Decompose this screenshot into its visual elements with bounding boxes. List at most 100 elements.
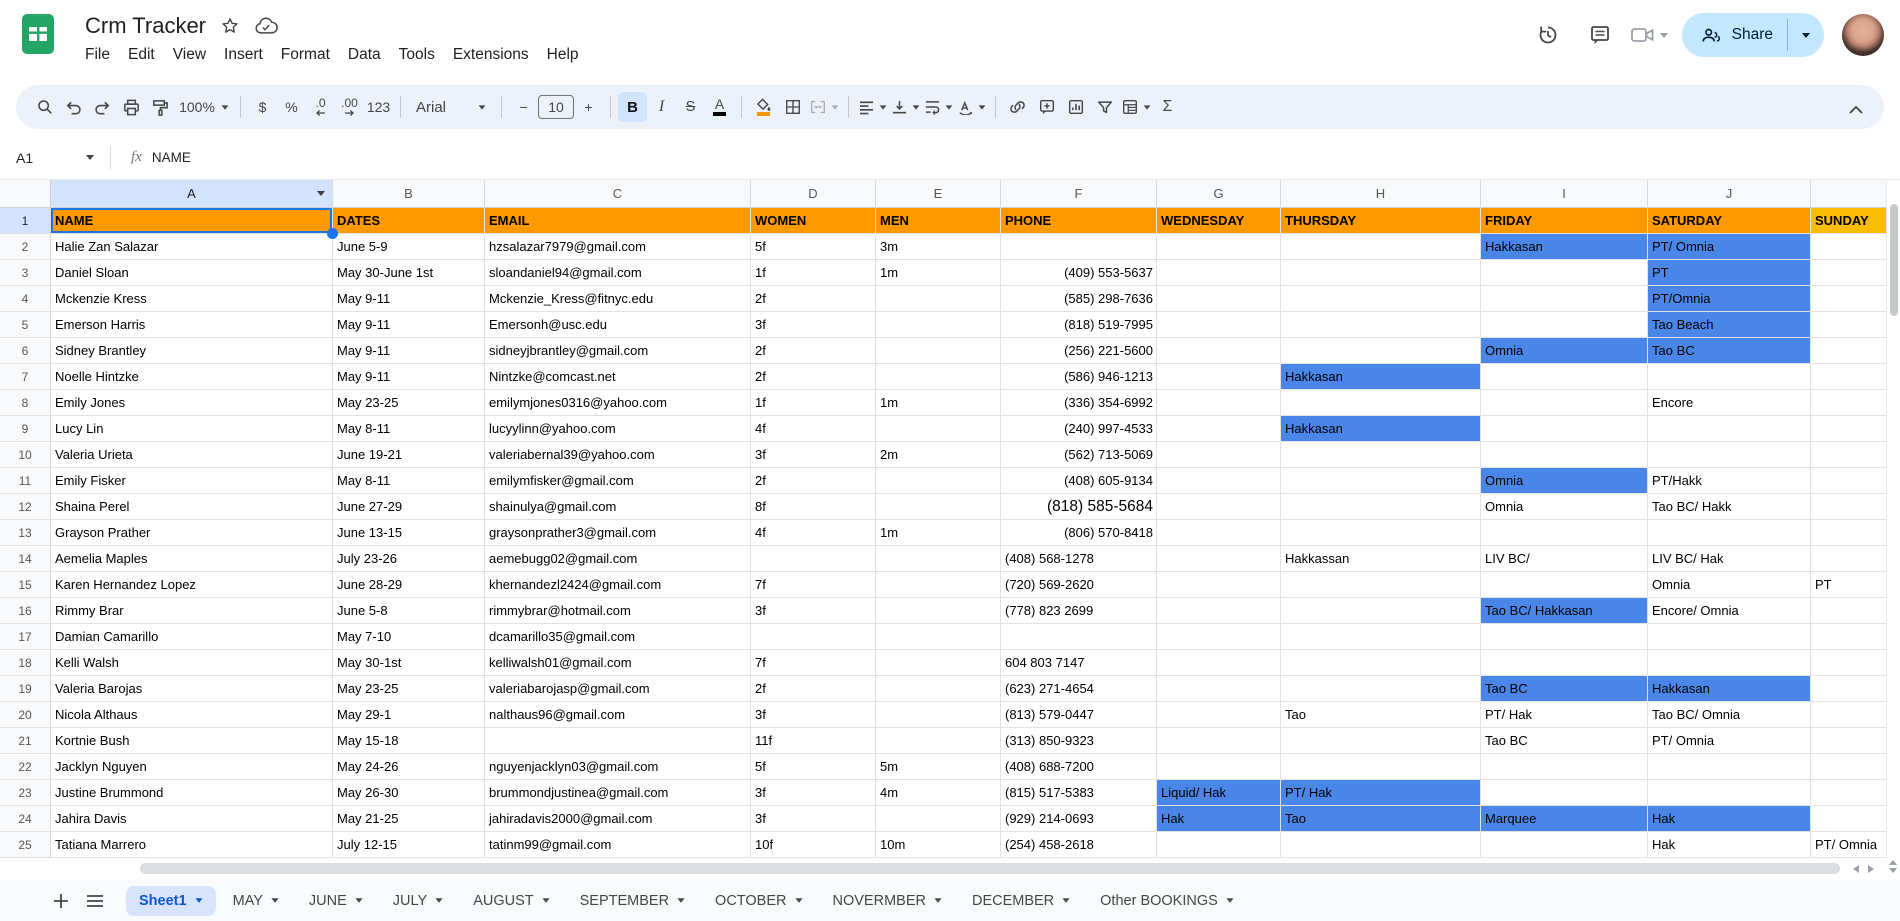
cell-G2[interactable] xyxy=(1157,234,1281,260)
column-header-H[interactable]: H xyxy=(1281,180,1481,208)
cell-G5[interactable] xyxy=(1157,312,1281,338)
cell-C2[interactable]: hzsalazar7979@gmail.com xyxy=(485,234,751,260)
cell-H2[interactable] xyxy=(1281,234,1481,260)
cell-H22[interactable] xyxy=(1281,754,1481,780)
cell-I8[interactable] xyxy=(1481,390,1648,416)
insert-chart-button[interactable] xyxy=(1061,92,1090,122)
menu-help[interactable]: Help xyxy=(538,43,588,67)
column-header-G[interactable]: G xyxy=(1157,180,1281,208)
increase-font-size-button[interactable]: + xyxy=(574,92,603,122)
row-header-12[interactable]: 12 xyxy=(0,494,51,520)
column-header-C[interactable]: C xyxy=(485,180,751,208)
cell-G21[interactable] xyxy=(1157,728,1281,754)
row-header-2[interactable]: 2 xyxy=(0,234,51,260)
cell-C10[interactable]: valeriabernal39@yahoo.com xyxy=(485,442,751,468)
cell-A10[interactable]: Valeria Urieta xyxy=(51,442,333,468)
cell-A7[interactable]: Noelle Hintzke xyxy=(51,364,333,390)
cell-A5[interactable]: Emerson Harris xyxy=(51,312,333,338)
cell-I7[interactable] xyxy=(1481,364,1648,390)
cell-A13[interactable]: Grayson Prather xyxy=(51,520,333,546)
cell-C4[interactable]: Mckenzie_Kress@fitnyc.edu xyxy=(485,286,751,312)
cell-I12[interactable]: Omnia xyxy=(1481,494,1648,520)
column-header-B[interactable]: B xyxy=(333,180,485,208)
cell-G19[interactable] xyxy=(1157,676,1281,702)
cell-E10[interactable]: 2m xyxy=(876,442,1001,468)
cell-A3[interactable]: Daniel Sloan xyxy=(51,260,333,286)
cell-G12[interactable] xyxy=(1157,494,1281,520)
undo-button[interactable] xyxy=(59,92,88,122)
formula-input[interactable]: NAME xyxy=(152,150,191,165)
cell-J8[interactable]: Encore xyxy=(1648,390,1811,416)
cell-B24[interactable]: May 21-25 xyxy=(333,806,485,832)
cell-I10[interactable] xyxy=(1481,442,1648,468)
cell-G10[interactable] xyxy=(1157,442,1281,468)
cell-C14[interactable]: aemebugg02@gmail.com xyxy=(485,546,751,572)
cell-H3[interactable] xyxy=(1281,260,1481,286)
cell-E20[interactable] xyxy=(876,702,1001,728)
cell-J10[interactable] xyxy=(1648,442,1811,468)
cell-A21[interactable]: Kortnie Bush xyxy=(51,728,333,754)
cell-A19[interactable]: Valeria Barojas xyxy=(51,676,333,702)
menu-view[interactable]: View xyxy=(164,43,215,67)
cell-H24[interactable]: Tao xyxy=(1281,806,1481,832)
cell-F4[interactable]: (585) 298-7636 xyxy=(1001,286,1157,312)
cell-J20[interactable]: Tao BC/ Omnia xyxy=(1648,702,1811,728)
share-dropdown-button[interactable] xyxy=(1788,13,1824,57)
row-header-21[interactable]: 21 xyxy=(0,728,51,754)
star-icon[interactable] xyxy=(220,16,240,36)
strikethrough-button[interactable]: S xyxy=(676,92,705,122)
cell-F25[interactable]: (254) 458-2618 xyxy=(1001,832,1157,858)
cell-C25[interactable]: tatinm99@gmail.com xyxy=(485,832,751,858)
row-header-19[interactable]: 19 xyxy=(0,676,51,702)
cell-D16[interactable]: 3f xyxy=(751,598,876,624)
cell-I9[interactable] xyxy=(1481,416,1648,442)
cell-B11[interactable]: May 8-11 xyxy=(333,468,485,494)
cell-F24[interactable]: (929) 214-0693 xyxy=(1001,806,1157,832)
row-header-3[interactable]: 3 xyxy=(0,260,51,286)
zoom-control[interactable]: 100% xyxy=(175,92,233,122)
cell-A6[interactable]: Sidney Brantley xyxy=(51,338,333,364)
cell-C3[interactable]: sloandaniel94@gmail.com xyxy=(485,260,751,286)
vertical-scrollbar[interactable] xyxy=(1886,180,1900,858)
menu-data[interactable]: Data xyxy=(339,43,390,67)
cell-C15[interactable]: khernandezl2424@gmail.com xyxy=(485,572,751,598)
cell-H18[interactable] xyxy=(1281,650,1481,676)
cell-C1[interactable]: EMAIL xyxy=(485,208,751,234)
merge-cells-button[interactable] xyxy=(807,92,841,122)
sheet-tab-july[interactable]: JULY xyxy=(380,886,456,916)
cell-C5[interactable]: Emersonh@usc.edu xyxy=(485,312,751,338)
cell-B7[interactable]: May 9-11 xyxy=(333,364,485,390)
cell-H16[interactable] xyxy=(1281,598,1481,624)
cell-F17[interactable] xyxy=(1001,624,1157,650)
cell-D9[interactable]: 4f xyxy=(751,416,876,442)
row-header-11[interactable]: 11 xyxy=(0,468,51,494)
cell-B21[interactable]: May 15-18 xyxy=(333,728,485,754)
meet-icon[interactable] xyxy=(1630,24,1668,46)
cell-D20[interactable]: 3f xyxy=(751,702,876,728)
cell-J17[interactable] xyxy=(1648,624,1811,650)
menu-insert[interactable]: Insert xyxy=(215,43,272,67)
menu-edit[interactable]: Edit xyxy=(119,43,164,67)
cell-G13[interactable] xyxy=(1157,520,1281,546)
cell-A8[interactable]: Emily Jones xyxy=(51,390,333,416)
cell-D10[interactable]: 3f xyxy=(751,442,876,468)
cell-C16[interactable]: rimmybrar@hotmail.com xyxy=(485,598,751,624)
cell-G16[interactable] xyxy=(1157,598,1281,624)
cell-F8[interactable]: (336) 354-6992 xyxy=(1001,390,1157,416)
cell-F9[interactable]: (240) 997-4533 xyxy=(1001,416,1157,442)
sheet-tab-june[interactable]: JUNE xyxy=(296,886,376,916)
cell-E12[interactable] xyxy=(876,494,1001,520)
cell-C18[interactable]: kelliwalsh01@gmail.com xyxy=(485,650,751,676)
cell-E6[interactable] xyxy=(876,338,1001,364)
cell-A23[interactable]: Justine Brummond xyxy=(51,780,333,806)
print-button[interactable] xyxy=(117,92,146,122)
row-header-25[interactable]: 25 xyxy=(0,832,51,858)
cell-F14[interactable]: (408) 568-1278 xyxy=(1001,546,1157,572)
cell-F22[interactable]: (408) 688-7200 xyxy=(1001,754,1157,780)
cell-J23[interactable] xyxy=(1648,780,1811,806)
cell-F20[interactable]: (813) 579-0447 xyxy=(1001,702,1157,728)
cell-B20[interactable]: May 29-1 xyxy=(333,702,485,728)
sheet-tab-may[interactable]: MAY xyxy=(220,886,292,916)
cell-D4[interactable]: 2f xyxy=(751,286,876,312)
increase-decimal-button[interactable]: .00 xyxy=(335,92,364,122)
